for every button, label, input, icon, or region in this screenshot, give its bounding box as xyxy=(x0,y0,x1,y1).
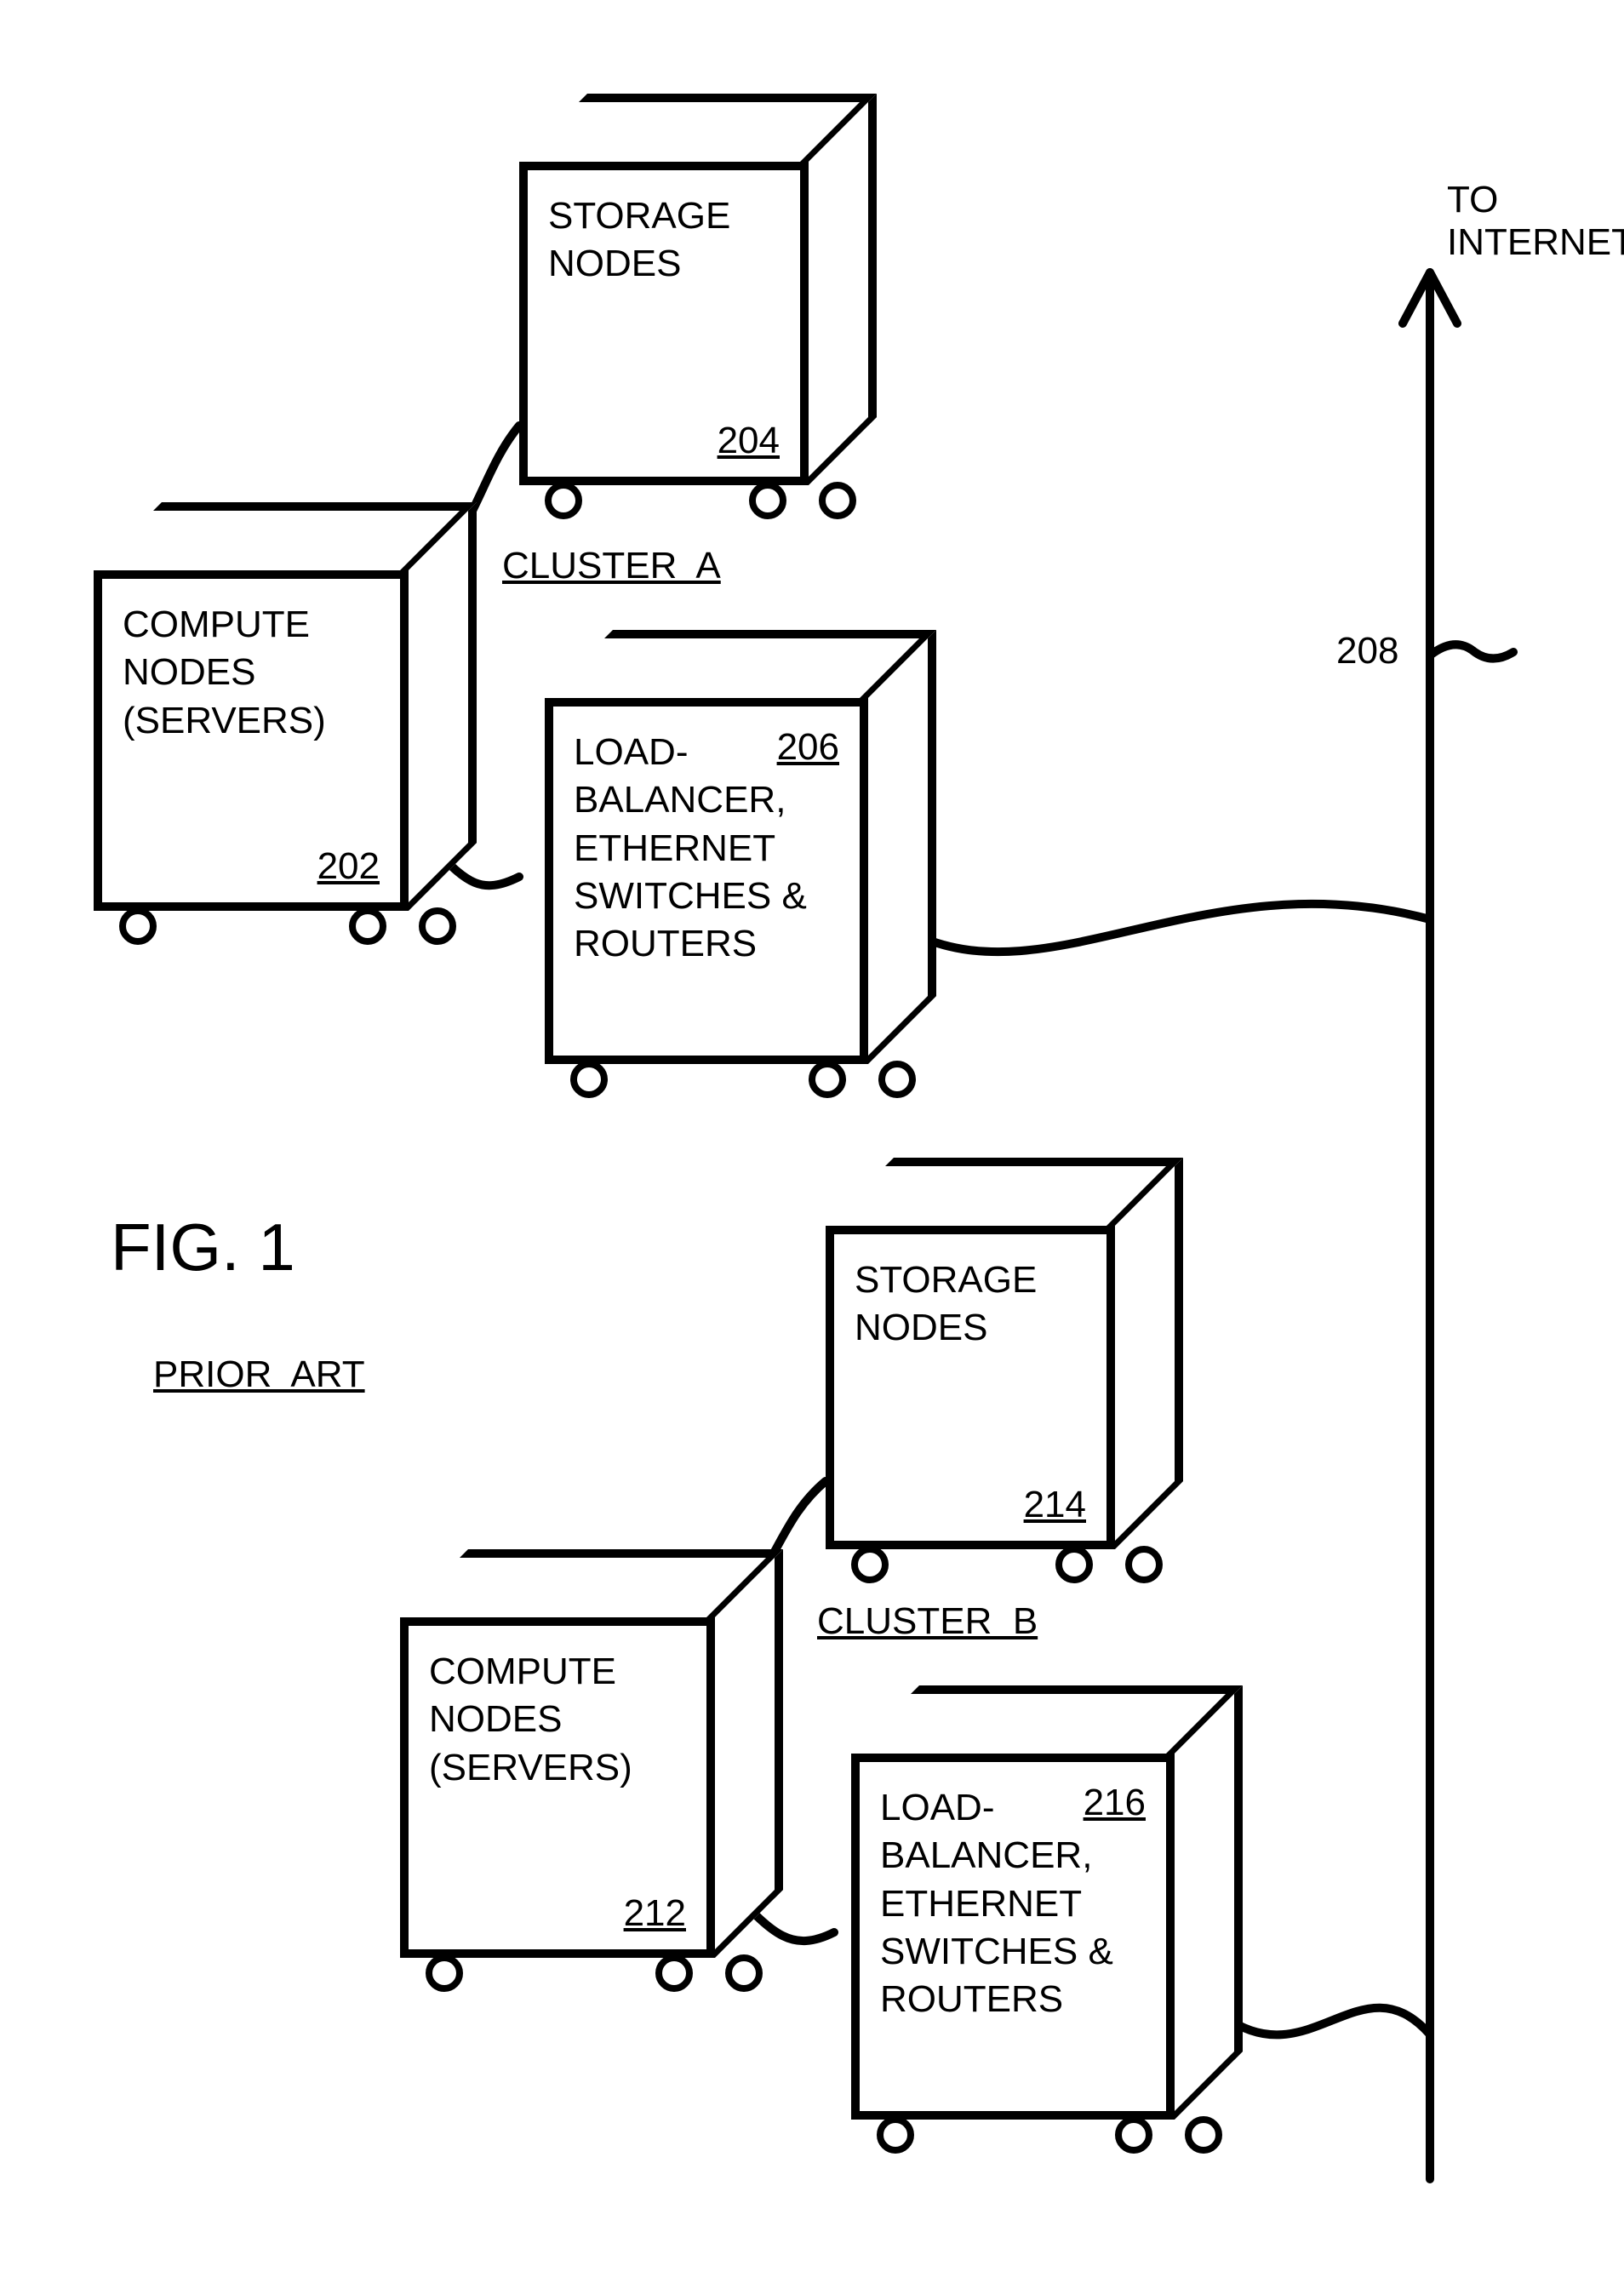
box-storage-a-text: STORAGE NODES xyxy=(548,192,780,289)
box-storage-a: STORAGE NODES 204 xyxy=(519,94,877,485)
figure-stage: STORAGE NODES 204 COMPUTE NODES (SERVERS… xyxy=(0,0,1624,2283)
ref-216: 216 xyxy=(1084,1779,1146,1827)
box-compute-b: COMPUTE NODES (SERVERS) 212 xyxy=(400,1549,783,1958)
box-net-b: LOAD- BALANCER, ETHERNET SWITCHES & ROUT… xyxy=(851,1685,1243,2120)
figure-title: FIG. 1 xyxy=(111,1209,295,1286)
figure-subtitle: PRIOR ART xyxy=(153,1353,365,1396)
box-net-a: LOAD- BALANCER, ETHERNET SWITCHES & ROUT… xyxy=(545,630,936,1064)
ref-212: 212 xyxy=(624,1890,686,1937)
ref-206: 206 xyxy=(777,724,839,771)
ref-204: 204 xyxy=(718,417,780,465)
label-cluster-a: CLUSTER A xyxy=(502,545,721,587)
box-compute-a-text: COMPUTE NODES (SERVERS) xyxy=(123,601,380,745)
box-storage-b: STORAGE NODES 214 xyxy=(826,1158,1183,1549)
box-storage-b-text: STORAGE NODES xyxy=(855,1256,1086,1353)
ref-208: 208 xyxy=(1336,630,1398,672)
box-compute-b-text: COMPUTE NODES (SERVERS) xyxy=(429,1648,686,1792)
label-to-internet: TO INTERNET xyxy=(1447,179,1624,264)
ref-214: 214 xyxy=(1024,1481,1086,1529)
ref-202: 202 xyxy=(317,843,380,890)
label-cluster-b: CLUSTER B xyxy=(817,1600,1038,1643)
box-compute-a: COMPUTE NODES (SERVERS) 202 xyxy=(94,502,477,911)
